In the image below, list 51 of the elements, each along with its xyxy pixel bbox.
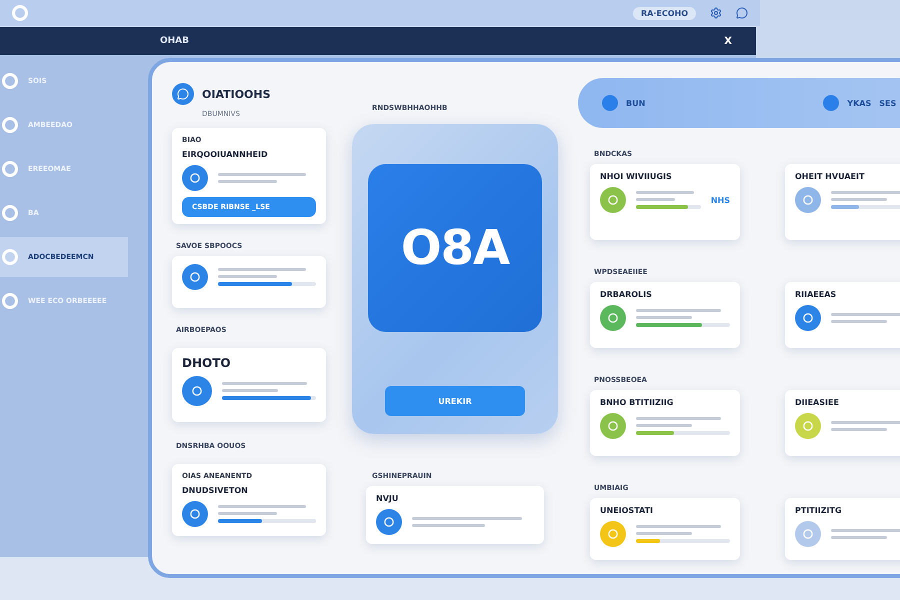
card-title: NHOI WIVIIUGIS: [600, 172, 673, 181]
pill-label: BUN: [626, 98, 646, 108]
text-placeholder-line: [218, 180, 277, 183]
tile-button[interactable]: UREKIR: [385, 386, 525, 416]
pill-value: SES: [879, 98, 896, 108]
window-title: OHAB: [160, 36, 190, 46]
circle-icon: [2, 293, 18, 309]
card-title: DRBAROLIS: [600, 290, 653, 299]
circle-icon: [602, 95, 618, 111]
circle-icon: [2, 205, 18, 221]
card-title: DHOTO: [182, 356, 232, 370]
panel-title: OIATIOOHS: [202, 88, 271, 100]
text-placeholder-line: [831, 428, 888, 431]
text-placeholder-line: [831, 320, 888, 323]
card-title: PTITIIZITG: [795, 506, 843, 515]
logo-text: O8A: [400, 220, 510, 276]
text-placeholder-line: [636, 424, 692, 427]
card-title: DIIEASIEE: [795, 398, 840, 407]
close-button[interactable]: X: [722, 36, 734, 46]
text-placeholder-line: [831, 313, 900, 316]
card-title: EIRQOOIUANNHEID: [182, 150, 269, 159]
settings-icon[interactable]: [710, 7, 722, 19]
text-placeholder-line: [636, 316, 692, 319]
text-placeholder-line: [218, 512, 277, 515]
circle-icon: [2, 117, 18, 133]
circle-icon: [12, 5, 28, 21]
text-placeholder-line: [831, 536, 888, 539]
text-placeholder-line: [636, 191, 694, 194]
text-placeholder-line: [222, 389, 278, 392]
text-placeholder-line: [636, 198, 675, 201]
text-placeholder-line: [831, 198, 888, 201]
text-placeholder-line: [831, 529, 900, 532]
circle-icon: [823, 95, 840, 111]
card-title: BNHO BTITIIZIIG: [600, 398, 674, 407]
card-value: NHS: [710, 196, 730, 204]
text-placeholder-line: [831, 191, 900, 194]
pill-label: YKAS: [847, 98, 872, 108]
text-placeholder-line: [831, 421, 900, 424]
card-title: UNEIOSTATI: [600, 506, 654, 515]
top-bar-label: RA·ECOHO: [632, 6, 696, 20]
card-title: DNUDSIVETON: [182, 486, 249, 495]
card-title: RIIAEEAS: [795, 290, 838, 299]
circle-icon: [2, 161, 18, 177]
card-title: OHEIT HVUAEIT: [795, 172, 866, 181]
text-placeholder-line: [218, 275, 277, 278]
chat-icon: [172, 83, 194, 105]
circle-icon: [2, 73, 18, 89]
circle-icon: [2, 249, 18, 265]
card-title: NVJU: [376, 494, 400, 503]
text-placeholder-line: [636, 532, 692, 535]
chat-icon[interactable]: [736, 7, 748, 19]
